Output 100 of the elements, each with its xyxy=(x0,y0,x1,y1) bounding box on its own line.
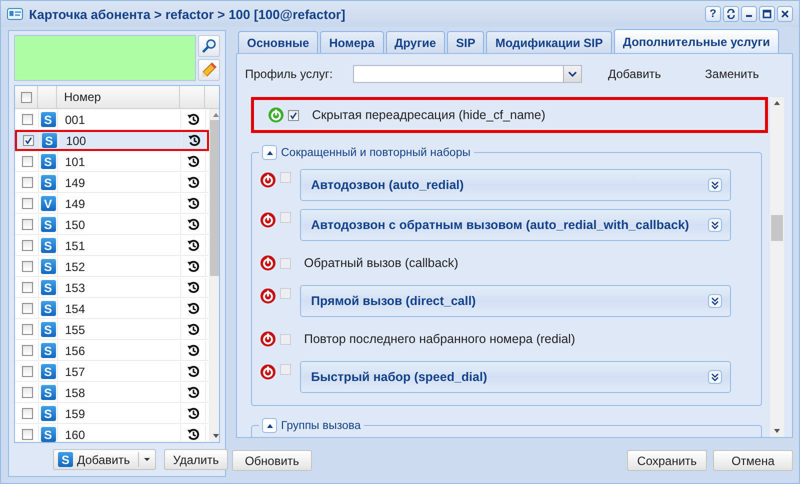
refresh-button[interactable] xyxy=(723,6,739,22)
power-icon[interactable] xyxy=(260,255,276,271)
power-icon[interactable] xyxy=(260,288,276,304)
row-checkbox[interactable] xyxy=(22,198,32,209)
row-checkbox[interactable] xyxy=(22,177,32,188)
expand-icon[interactable] xyxy=(708,218,722,232)
service-panel[interactable]: Автодозвон с обратным вызовом (auto_redial_with_callback) xyxy=(300,209,731,241)
table-row[interactable]: V 149 xyxy=(15,193,209,214)
scroll-down-icon[interactable] xyxy=(773,428,781,434)
service-checkbox[interactable] xyxy=(288,110,299,120)
table-row[interactable]: S 152 xyxy=(15,256,209,277)
row-checkbox[interactable] xyxy=(22,156,32,167)
power-icon[interactable] xyxy=(260,172,276,188)
delete-button[interactable]: Удалить xyxy=(164,449,228,470)
search-button[interactable] xyxy=(198,35,220,57)
tab[interactable]: Дополнительные услуги xyxy=(614,29,780,53)
table-row[interactable]: S 101 xyxy=(15,151,209,172)
help-button[interactable]: ? xyxy=(705,6,721,22)
replace-profile-button[interactable]: Заменить xyxy=(687,67,777,81)
expand-icon[interactable] xyxy=(708,178,722,192)
table-row[interactable]: S 149 xyxy=(15,172,209,193)
chevron-down-icon[interactable] xyxy=(568,71,577,77)
scroll-up-icon[interactable] xyxy=(773,100,781,106)
history-icon[interactable] xyxy=(186,239,200,252)
window-title: Карточка абонента > refactor > 100 [100@refactor] xyxy=(29,6,346,22)
add-profile-button[interactable]: Добавить xyxy=(590,67,680,81)
column-header[interactable]: Номер xyxy=(64,90,101,104)
table-row[interactable]: S 158 xyxy=(15,382,209,403)
row-checkbox[interactable] xyxy=(22,366,32,377)
history-icon[interactable] xyxy=(186,302,200,315)
cancel-button[interactable]: Отмена xyxy=(713,450,793,471)
table-row[interactable]: S 155 xyxy=(15,319,209,340)
scroll-thumb[interactable] xyxy=(210,120,219,276)
service-panel[interactable]: Автодозвон (auto_redial) xyxy=(300,169,731,201)
service-label: Обратный вызов (callback) xyxy=(304,256,458,270)
add-button[interactable]: S Добавить xyxy=(53,449,156,470)
table-row[interactable]: S 159 xyxy=(15,403,209,424)
row-checkbox[interactable] xyxy=(22,219,32,230)
row-checkbox[interactable] xyxy=(22,135,34,146)
history-icon[interactable] xyxy=(186,323,200,336)
history-icon[interactable] xyxy=(186,428,200,441)
expand-icon[interactable] xyxy=(708,370,722,384)
history-icon[interactable] xyxy=(186,155,200,168)
table-row[interactable]: S 150 xyxy=(15,214,209,235)
scrollbar[interactable] xyxy=(770,97,784,437)
tab[interactable]: Основные xyxy=(238,31,318,53)
table-row[interactable]: S 154 xyxy=(15,298,209,319)
caret-icon[interactable] xyxy=(143,457,152,462)
row-checkbox[interactable] xyxy=(22,114,32,125)
history-icon[interactable] xyxy=(186,344,200,357)
power-icon[interactable] xyxy=(260,212,276,228)
row-checkbox[interactable] xyxy=(22,324,32,335)
history-icon[interactable] xyxy=(188,134,200,147)
row-checkbox[interactable] xyxy=(22,261,32,272)
table-row[interactable]: S 157 xyxy=(15,361,209,382)
scroll-down-icon[interactable] xyxy=(212,433,219,439)
history-icon[interactable] xyxy=(186,197,200,210)
row-checkbox[interactable] xyxy=(22,408,32,419)
edit-button[interactable] xyxy=(198,59,220,81)
tab[interactable]: Номера xyxy=(320,31,384,53)
tab[interactable]: Модификации SIP xyxy=(486,31,612,53)
history-icon[interactable] xyxy=(186,218,200,231)
history-icon[interactable] xyxy=(186,260,200,273)
history-icon[interactable] xyxy=(186,113,200,126)
row-checkbox[interactable] xyxy=(22,429,32,440)
history-icon[interactable] xyxy=(186,407,200,420)
power-icon[interactable] xyxy=(260,364,276,380)
row-checkbox[interactable] xyxy=(22,282,32,293)
scroll-thumb[interactable] xyxy=(771,215,783,241)
history-icon[interactable] xyxy=(186,386,200,399)
select-all-checkbox[interactable] xyxy=(20,92,32,102)
save-button[interactable]: Сохранить xyxy=(627,450,707,471)
table-row[interactable]: S 151 xyxy=(15,235,209,256)
service-panel[interactable]: Прямой вызов (direct_call) xyxy=(300,285,731,317)
minimize-button[interactable] xyxy=(741,6,757,22)
refresh-button[interactable]: Обновить xyxy=(232,450,312,471)
close-button[interactable] xyxy=(777,6,793,22)
history-icon[interactable] xyxy=(186,176,200,189)
row-checkbox[interactable] xyxy=(22,240,32,251)
table-row[interactable]: S 100 xyxy=(15,130,209,151)
row-checkbox[interactable] xyxy=(22,387,32,398)
type-badge: S xyxy=(40,154,56,169)
scroll-up-icon[interactable] xyxy=(212,112,219,118)
collapse-toggle[interactable] xyxy=(262,418,277,433)
table-row[interactable]: S 160 xyxy=(15,424,209,442)
service-panel[interactable]: Быстрый набор (speed_dial) xyxy=(300,361,731,393)
search-field[interactable] xyxy=(14,35,196,81)
table-row[interactable]: S 153 xyxy=(15,277,209,298)
tab[interactable]: Другие xyxy=(386,31,445,53)
power-icon[interactable] xyxy=(260,331,276,347)
row-checkbox[interactable] xyxy=(22,345,32,356)
collapse-toggle[interactable] xyxy=(262,145,277,160)
tab[interactable]: SIP xyxy=(447,31,484,53)
row-checkbox[interactable] xyxy=(22,303,32,314)
history-icon[interactable] xyxy=(186,281,200,294)
maximize-button[interactable] xyxy=(759,6,775,22)
scrollbar[interactable] xyxy=(209,109,219,442)
table-row[interactable]: S 156 xyxy=(15,340,209,361)
expand-icon[interactable] xyxy=(708,294,722,308)
history-icon[interactable] xyxy=(186,365,200,378)
